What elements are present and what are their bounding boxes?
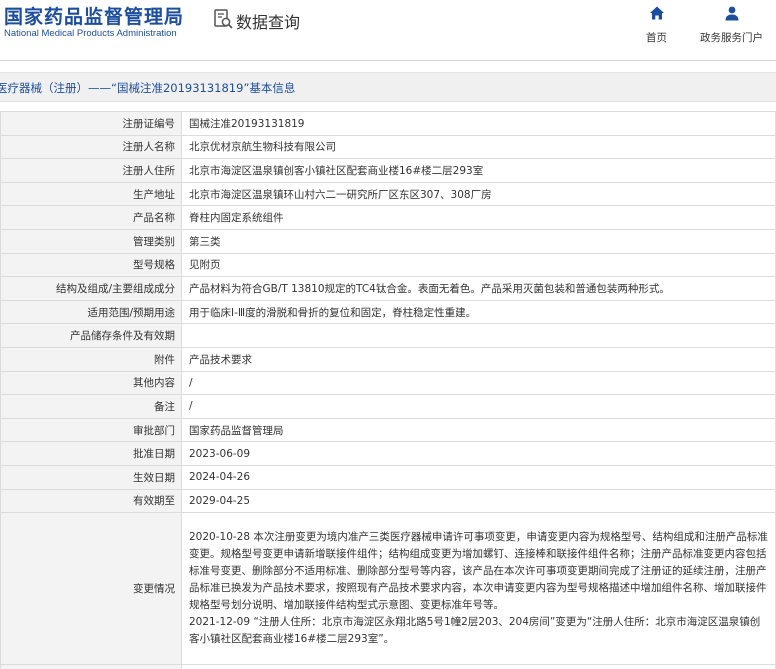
table-row-composition: 结构及组成/主要组成成分 产品材料为符合GB/T 13810规定的TC4钛合金。… <box>0 276 776 301</box>
field-value: 北京市海淀区温泉镇创客小镇社区配套商业楼16#楼二层293室 <box>181 158 776 183</box>
field-label: 适用范围/预期用途 <box>0 299 182 325</box>
field-value: 2024-04-26 <box>181 464 776 490</box>
change-entry: 2021-12-09 “注册人住所：北京市海淀区永翔北路5号1幢2层203、20… <box>189 616 761 646</box>
field-value <box>181 323 776 348</box>
field-label: 有效期至 <box>0 488 182 514</box>
registration-detail-table: 注册证编号 国械注准20193131819 注册人名称 北京优材京航生物科技有限… <box>0 111 776 669</box>
table-row-production-address: 生产地址 北京市海淀区温泉镇环山村六二一研究所厂区东区307、308厂房 <box>0 181 776 207</box>
field-value: 见附页 <box>181 252 776 278</box>
nav-home-link[interactable]: 首页 <box>646 5 667 45</box>
nav-home-label: 首页 <box>646 32 667 44</box>
table-row-effective-date: 生效日期 2024-04-26 <box>0 464 776 490</box>
field-value: 北京优材京航生物科技有限公司 <box>181 134 776 160</box>
field-value: 2023-06-09 <box>181 441 776 466</box>
table-row-registrant-name: 注册人名称 北京优材京航生物科技有限公司 <box>0 134 776 160</box>
field-label: 生产地址 <box>0 181 182 207</box>
nav-portal-label: 政务服务门户 <box>700 32 763 44</box>
field-label: 其他内容 <box>0 370 182 396</box>
table-row-note: 💡注 详情 <box>0 664 776 669</box>
nav-portal-link[interactable]: 政务服务门户 <box>700 5 763 45</box>
field-label: 产品名称 <box>0 205 182 230</box>
site-logo-subtitle: National Medical Products Administration <box>4 28 177 39</box>
field-value: 产品技术要求 <box>181 346 776 372</box>
field-value: / <box>181 394 776 419</box>
record-title-bar: 医疗器械（注册）——“国械注准20193131819”基本信息 <box>0 72 776 102</box>
field-label: 型号规格 <box>0 252 182 278</box>
table-row-attachment: 附件 产品技术要求 <box>0 346 776 372</box>
table-row-registrant-address: 注册人住所 北京市海淀区温泉镇创客小镇社区配套商业楼16#楼二层293室 <box>0 158 776 183</box>
home-icon <box>649 5 665 25</box>
table-row-approval-dept: 审批部门 国家药品监督管理局 <box>0 417 776 443</box>
data-query-label: 数据查询 <box>236 13 301 32</box>
field-value: 北京市海淀区温泉镇环山村六二一研究所厂区东区307、308厂房 <box>181 181 776 207</box>
table-row-registration-number: 注册证编号 国械注准20193131819 <box>0 111 776 136</box>
search-document-icon <box>212 8 234 34</box>
data-query-heading: 数据查询 <box>212 8 300 34</box>
table-row-storage: 产品储存条件及有效期 <box>0 323 776 348</box>
site-header: 国家药品监督管理局 National Medical Products Admi… <box>0 0 776 46</box>
header-divider <box>0 60 776 61</box>
table-row-expiry-date: 有效期至 2029-04-25 <box>0 488 776 514</box>
field-label: 变更情况 <box>0 512 182 666</box>
field-label: 注册人名称 <box>0 134 182 160</box>
change-entry: 2020-10-28 本次注册变更为境内准产三类医疗器械申请许可事项变更，申请变… <box>189 531 768 612</box>
field-label: 注册证编号 <box>0 111 182 136</box>
field-label: 备注 <box>0 394 182 419</box>
table-row-other: 其他内容 / <box>0 370 776 396</box>
change-history-value: 2020-10-28 本次注册变更为境内准产三类医疗器械申请许可事项变更，申请变… <box>181 512 776 666</box>
note-value-cell: 详情 <box>181 664 776 669</box>
field-label: 附件 <box>0 346 182 372</box>
user-icon <box>724 5 740 25</box>
field-label: 产品储存条件及有效期 <box>0 323 182 348</box>
field-label: 管理类别 <box>0 228 182 254</box>
field-value: 用于临床Ⅰ-Ⅲ度的滑脱和骨折的复位和固定，脊柱稳定性重建。 <box>181 299 776 325</box>
field-label: 结构及组成/主要组成成分 <box>0 276 182 301</box>
site-logo-title[interactable]: 国家药品监督管理局 <box>4 2 184 29</box>
field-value: 2029-04-25 <box>181 488 776 514</box>
table-row-change-history: 变更情况 2020-10-28 本次注册变更为境内准产三类医疗器械申请许可事项变… <box>0 512 776 666</box>
field-value: 国械注准20193131819 <box>181 111 776 136</box>
field-value: 脊柱内固定系统组件 <box>181 205 776 230</box>
record-title: 医疗器械（注册）——“国械注准20193131819”基本信息 <box>0 81 296 95</box>
table-row-intended-use: 适用范围/预期用途 用于临床Ⅰ-Ⅲ度的滑脱和骨折的复位和固定，脊柱稳定性重建。 <box>0 299 776 325</box>
field-value: 国家药品监督管理局 <box>181 417 776 443</box>
table-row-management-class: 管理类别 第三类 <box>0 228 776 254</box>
field-label: 批准日期 <box>0 441 182 466</box>
field-label: 审批部门 <box>0 417 182 443</box>
table-row-remarks: 备注 / <box>0 394 776 419</box>
field-value: 产品材料为符合GB/T 13810规定的TC4钛合金。表面无着色。产品采用灭菌包… <box>181 276 776 301</box>
table-row-model-spec: 型号规格 见附页 <box>0 252 776 278</box>
table-row-product-name: 产品名称 脊柱内固定系统组件 <box>0 205 776 230</box>
field-value: 第三类 <box>181 228 776 254</box>
field-label: 注册人住所 <box>0 158 182 183</box>
field-label: 生效日期 <box>0 464 182 490</box>
note-label-cell: 💡注 <box>0 664 182 669</box>
table-row-approval-date: 批准日期 2023-06-09 <box>0 441 776 466</box>
field-value: / <box>181 370 776 396</box>
